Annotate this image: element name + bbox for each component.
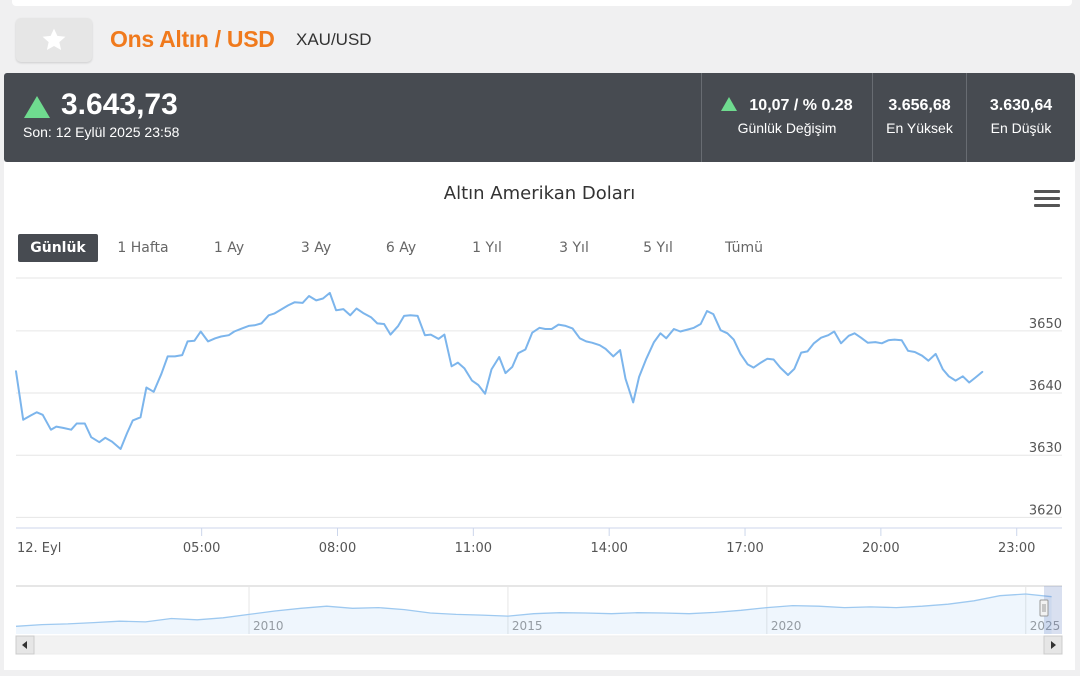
range-button-4[interactable]: 6 Ay	[364, 234, 438, 262]
daily-change-label: Günlük Değişim	[737, 120, 837, 136]
chart-menu-button[interactable]	[1034, 190, 1060, 212]
range-button-3[interactable]: 3 Ay	[277, 234, 355, 262]
daily-change-value: 10,07 / % 0.28	[749, 97, 853, 114]
x-tick-label-2: 08:00	[319, 541, 356, 556]
chart-title: Altın Amerikan Doları	[443, 183, 636, 204]
y-tick-label-0: 3620	[1029, 503, 1062, 518]
low-label: En Düşük	[990, 120, 1052, 136]
range-button-6[interactable]: 3 Yıl	[534, 234, 614, 262]
quote-bar: 3.643,73 Son: 12 Eylül 2025 23:58 10,07 …	[4, 73, 1075, 162]
range-button-5[interactable]: 1 Yıl	[450, 234, 524, 262]
low-value: 3.630,64	[989, 97, 1053, 114]
y-tick-label-3: 3650	[1029, 317, 1062, 332]
range-button-8[interactable]: Tümü	[706, 234, 782, 262]
range-button-7[interactable]: 5 Yıl	[621, 234, 695, 262]
favorite-button[interactable]	[16, 18, 92, 62]
instrument-header: Ons Altın / USD XAU/USD	[0, 14, 1080, 68]
price-up-arrow-icon	[24, 96, 50, 118]
current-price: 3.643,73	[61, 88, 178, 121]
top-strip	[12, 0, 1072, 6]
high-stat: 3.656,68 En Yüksek	[872, 73, 966, 162]
star-icon	[42, 28, 66, 51]
x-tick-label-0: 12. Eyl	[17, 541, 61, 556]
scrollbar-track[interactable]	[15, 635, 1063, 655]
x-tick-label-6: 20:00	[862, 541, 899, 556]
chart-panel: 12. Eyl 05:00 08:00 11:00 14:00 17:00 20:00 23:…	[4, 162, 1075, 670]
x-tick-label-7: 23:00	[998, 541, 1035, 556]
x-tick-label-1: 05:00	[183, 541, 220, 556]
x-tick-label-3: 11:00	[455, 541, 492, 556]
y-tick-label-2: 3640	[1029, 379, 1062, 394]
x-tick-label-5: 17:00	[726, 541, 763, 556]
y-tick-label-1: 3630	[1029, 441, 1062, 456]
range-button-0[interactable]: Günlük	[18, 234, 98, 262]
hamburger-menu-icon	[1034, 190, 1060, 193]
x-tick-label-4: 14:00	[590, 541, 627, 556]
daily-change-stat: 10,07 / % 0.28 Günlük Değişim	[701, 73, 872, 162]
high-value: 3.656,68	[888, 97, 951, 114]
change-up-arrow-icon	[721, 97, 738, 111]
price-series-line	[15, 291, 984, 450]
instrument-symbol: XAU/USD	[296, 30, 372, 49]
range-button-1[interactable]: 1 Hafta	[102, 234, 184, 262]
last-update-time: Son: 12 Eylül 2025 23:58	[23, 124, 180, 140]
high-label: En Yüksek	[886, 120, 953, 136]
range-button-2[interactable]: 1 Ay	[192, 234, 266, 262]
low-stat: 3.630,64 En Düşük	[966, 73, 1075, 162]
navigator-handle[interactable]	[1039, 599, 1049, 617]
instrument-title: Ons Altın / USD	[110, 26, 275, 52]
